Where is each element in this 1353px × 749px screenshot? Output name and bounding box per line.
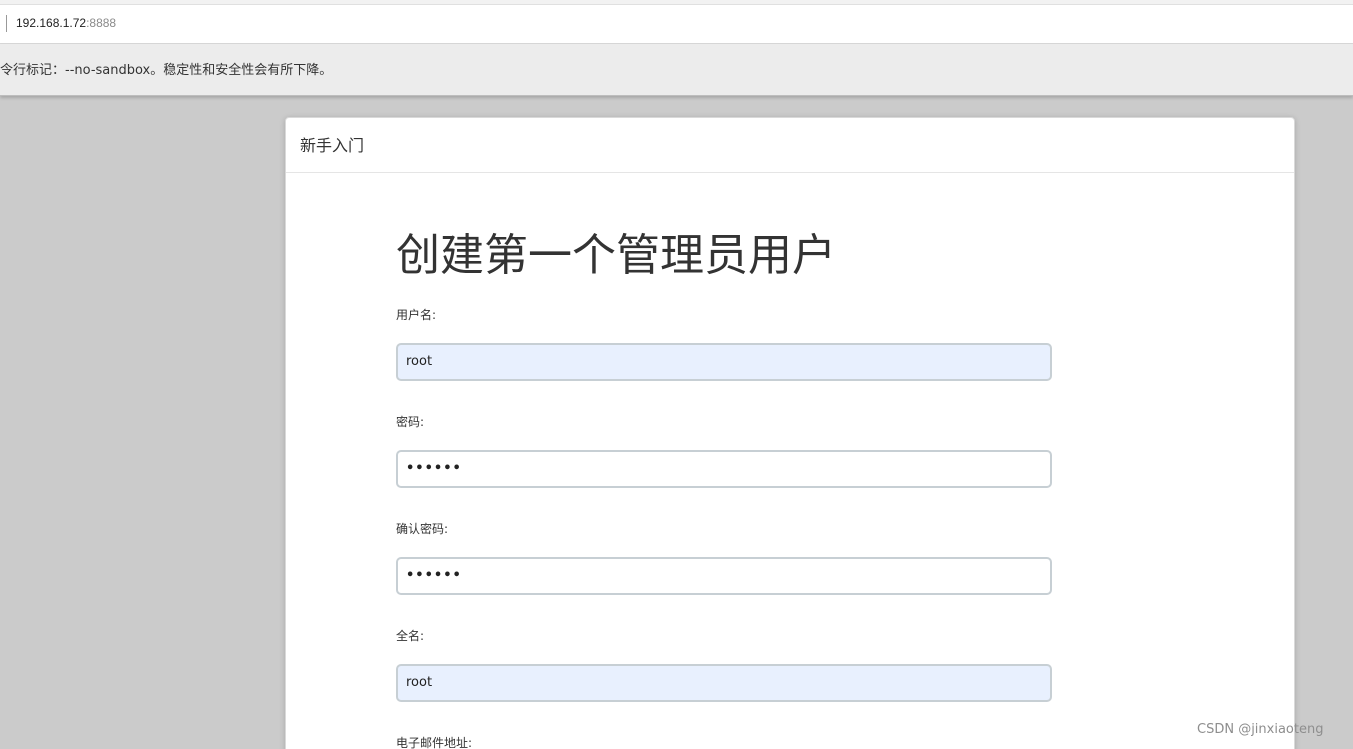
warning-text: 令行标记：--no-sandbox。稳定性和安全性会有所下降。 xyxy=(0,63,333,78)
tab-strip xyxy=(0,0,1353,5)
confirm-password-group: 确认密码: •••••• xyxy=(396,522,1056,629)
sandbox-warning-bar: 令行标记：--no-sandbox。稳定性和安全性会有所下降。 xyxy=(0,44,1353,96)
fullname-group: 全名: root xyxy=(396,629,1056,736)
fullname-label: 全名: xyxy=(396,629,425,643)
confirm-password-input[interactable]: •••••• xyxy=(396,557,1052,595)
dialog-header: 新手入门 xyxy=(286,118,1294,173)
username-label: 用户名: xyxy=(396,308,437,322)
create-admin-form: 创建第一个管理员用户 用户名: root 密码: •••••• 确认密码: ••… xyxy=(396,230,1056,749)
username-input[interactable]: root xyxy=(396,343,1052,381)
email-label: 电子邮件地址: xyxy=(396,736,473,749)
password-label: 密码: xyxy=(396,415,425,429)
page-title: 创建第一个管理员用户 xyxy=(396,230,836,281)
browser-address-bar[interactable]: 192.168.1.72:8888 xyxy=(0,0,1353,44)
password-group: 密码: •••••• xyxy=(396,415,1056,522)
password-input[interactable]: •••••• xyxy=(396,450,1052,488)
url-text[interactable]: 192.168.1.72:8888 xyxy=(16,16,116,30)
dialog-title: 新手入门 xyxy=(300,136,365,155)
url-host: 192.168.1.72 xyxy=(16,16,87,30)
fullname-input[interactable]: root xyxy=(396,664,1052,702)
csdn-watermark: CSDN @jinxiaoteng xyxy=(1197,722,1324,737)
text-cursor xyxy=(6,15,7,32)
username-group: 用户名: root xyxy=(396,308,1056,415)
setup-wizard-dialog: 新手入门 创建第一个管理员用户 用户名: root 密码: •••••• 确认密… xyxy=(285,117,1295,749)
confirm-password-label: 确认密码: xyxy=(396,522,449,536)
url-port: :8888 xyxy=(86,16,117,30)
